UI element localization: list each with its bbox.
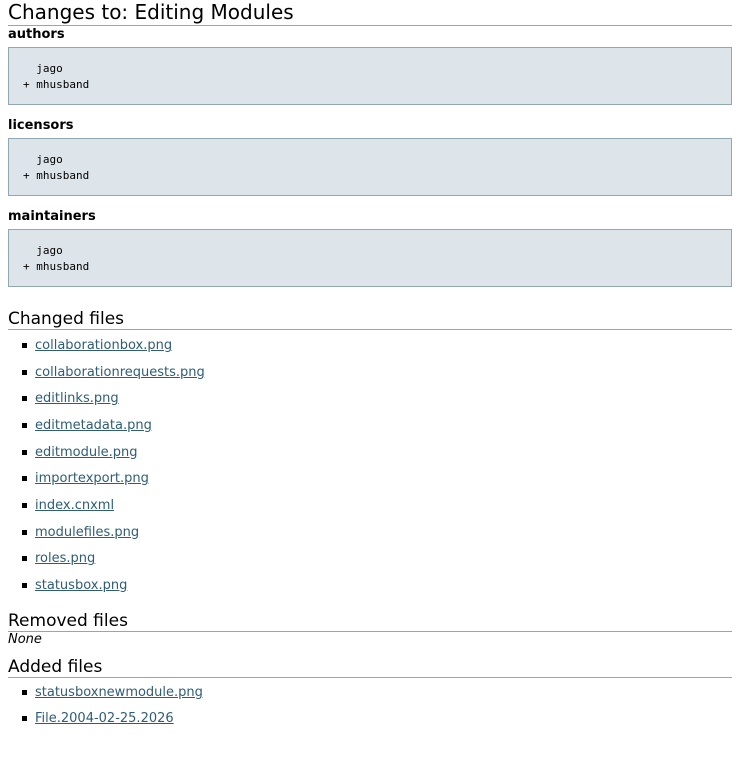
maintainers-section: maintainers jago + mhusband <box>8 204 732 287</box>
file-link[interactable]: importexport.png <box>35 471 149 486</box>
file-link[interactable]: collaborationbox.png <box>35 338 172 353</box>
maintainers-diff: jago + mhusband <box>8 229 732 287</box>
removed-files-section: Removed files None <box>8 611 732 647</box>
authors-diff: jago + mhusband <box>8 47 732 105</box>
file-link[interactable]: editlinks.png <box>35 391 119 406</box>
changed-files-section: Changed files collaborationbox.png colla… <box>8 309 732 599</box>
added-files-section: Added files statusboxnewmodule.png File.… <box>8 657 732 732</box>
list-item: collaborationrequests.png <box>22 359 732 386</box>
bullet-icon <box>22 502 27 508</box>
list-item: index.cnxml <box>22 492 732 519</box>
added-files-list: statusboxnewmodule.png File.2004-02-25.2… <box>8 679 732 732</box>
bullet-icon <box>22 396 27 402</box>
maintainers-heading: maintainers <box>8 209 96 224</box>
file-link[interactable]: File.2004-02-25.2026 <box>35 711 174 726</box>
file-link[interactable]: collaborationrequests.png <box>35 365 205 380</box>
file-link[interactable]: statusbox.png <box>35 578 127 593</box>
list-item: collaborationbox.png <box>22 332 732 359</box>
list-item: editmetadata.png <box>22 412 732 439</box>
bullet-icon <box>22 583 27 589</box>
bullet-icon <box>22 556 27 562</box>
list-item: editmodule.png <box>22 439 732 466</box>
page-title: Changes to: Editing Modules <box>8 0 732 26</box>
list-item: roles.png <box>22 546 732 573</box>
bullet-icon <box>22 422 27 428</box>
file-link[interactable]: modulefiles.png <box>35 525 139 540</box>
bullet-icon <box>22 476 27 482</box>
file-link[interactable]: roles.png <box>35 551 95 566</box>
bullet-icon <box>22 529 27 535</box>
added-files-heading: Added files <box>8 657 732 678</box>
list-item: importexport.png <box>22 465 732 492</box>
bullet-icon <box>22 369 27 375</box>
licensors-heading: licensors <box>8 118 74 133</box>
licensors-diff: jago + mhusband <box>8 138 732 196</box>
list-item: File.2004-02-25.2026 <box>22 706 732 733</box>
file-link[interactable]: statusboxnewmodule.png <box>35 685 203 700</box>
list-item: statusboxnewmodule.png <box>22 679 732 706</box>
bullet-icon <box>22 716 27 722</box>
bullet-icon <box>22 342 27 348</box>
bullet-icon <box>22 689 27 695</box>
file-link[interactable]: index.cnxml <box>35 498 114 513</box>
authors-section: authors jago + mhusband <box>8 26 732 105</box>
removed-files-heading: Removed files <box>8 611 732 632</box>
changed-files-list: collaborationbox.png collaborationreques… <box>8 332 732 599</box>
bullet-icon <box>22 449 27 455</box>
licensors-section: licensors jago + mhusband <box>8 113 732 196</box>
removed-files-empty-text: None <box>8 631 42 647</box>
list-item: modulefiles.png <box>22 519 732 546</box>
page-container: Changes to: Editing Modules authors jago… <box>0 0 742 767</box>
file-link[interactable]: editmodule.png <box>35 445 138 460</box>
list-item: statusbox.png <box>22 572 732 599</box>
changed-files-heading: Changed files <box>8 309 732 330</box>
file-link[interactable]: editmetadata.png <box>35 418 152 433</box>
authors-heading: authors <box>8 27 65 42</box>
list-item: editlinks.png <box>22 385 732 412</box>
